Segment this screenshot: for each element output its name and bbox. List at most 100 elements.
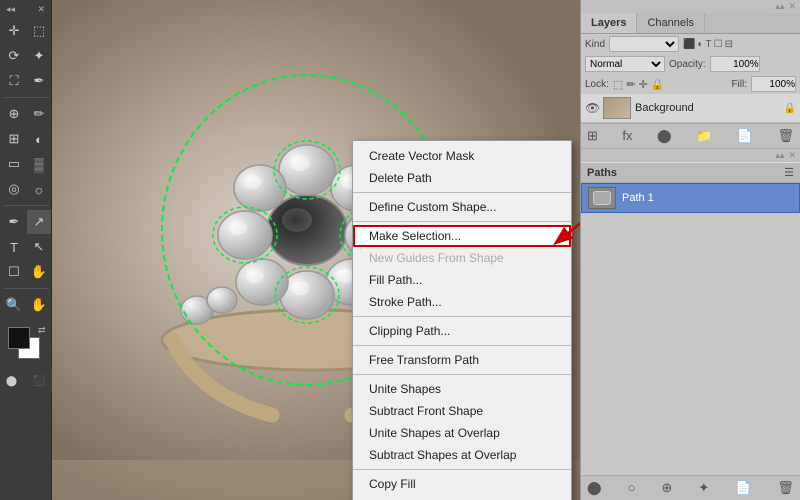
paths-menu-icon[interactable]: ☰ [784, 166, 794, 179]
make-workpath-icon[interactable]: ✦ [698, 480, 709, 496]
blur-tool[interactable]: ◎ [2, 177, 26, 201]
swap-colors-icon[interactable]: ⇄ [38, 325, 46, 336]
new-layer-icon[interactable]: 📄 [737, 128, 753, 144]
ctx-sep-4 [353, 345, 571, 346]
filter-text-icon[interactable]: T [706, 39, 712, 50]
ctx-sep-2 [353, 221, 571, 222]
eraser-tool[interactable]: ▭ [2, 152, 26, 176]
fill-input[interactable] [751, 76, 796, 92]
fill-path-icon[interactable]: ⬤ [587, 480, 602, 496]
ctx-fill-path[interactable]: Fill Path... [353, 269, 571, 291]
lock-row: Lock: ⬚ ✏ ✛ 🔒 Fill: [581, 74, 800, 94]
filter-adj-icon[interactable]: ◐ [697, 39, 703, 50]
lock-position-icon[interactable]: ✛ [639, 78, 648, 91]
blend-mode-select[interactable]: Normal [585, 56, 665, 72]
load-path-icon[interactable]: ⊕ [661, 480, 672, 496]
add-mask-icon[interactable]: ⬤ [657, 128, 672, 144]
panel-tabs: Layers Channels [581, 13, 800, 34]
kind-label: Kind [585, 39, 605, 50]
ctx-delete-path[interactable]: Delete Path [353, 167, 571, 189]
ctx-unite-overlap[interactable]: Unite Shapes at Overlap [353, 422, 571, 444]
toolbar-close[interactable]: ✕ [37, 4, 45, 15]
quick-mask-tool[interactable]: ⬤ [0, 369, 24, 393]
red-arrow [542, 200, 580, 260]
history-tool[interactable]: ◐ [27, 127, 51, 151]
hand-tool2[interactable]: ✋ [27, 293, 51, 317]
ctx-sep-5 [353, 374, 571, 375]
new-group-icon[interactable]: 📁 [696, 128, 712, 144]
lock-pixels-icon[interactable]: ✏ [626, 78, 635, 91]
ctx-make-selection[interactable]: Make Selection... [353, 225, 571, 247]
path-component-tool[interactable]: ↖ [27, 235, 51, 259]
dodge-tool[interactable]: ☼ [27, 177, 51, 201]
magic-wand-tool[interactable]: ✦ [27, 44, 51, 68]
path-thumb-inner [593, 191, 611, 205]
marquee-tool[interactable]: ⬚ [27, 19, 51, 43]
filter-smartobj-icon[interactable]: ⊟ [725, 39, 733, 50]
ctx-clipping-path[interactable]: Clipping Path... [353, 320, 571, 342]
delete-path-icon[interactable]: 🗑 [777, 480, 794, 496]
main-area: Create Vector Mask Delete Path Define Cu… [52, 0, 580, 500]
path-name: Path 1 [622, 192, 793, 204]
path-selection-tool[interactable]: ↗ [27, 210, 51, 234]
layer-lock-icon: 🔒 [784, 103, 796, 114]
ctx-unite-shapes[interactable]: Unite Shapes [353, 378, 571, 400]
ctx-subtract-front[interactable]: Subtract Front Shape [353, 400, 571, 422]
gradient-tool[interactable]: ▒ [27, 152, 51, 176]
paths-panel-close[interactable]: ✕ [788, 150, 796, 161]
lasso-tool[interactable]: ⟳ [2, 44, 26, 68]
lock-transparent-icon[interactable]: ⬚ [613, 78, 623, 91]
layer-row-background[interactable]: 👁 Background 🔒 [581, 94, 800, 123]
paths-bottom-bar: ⬤ ○ ⊕ ✦ 📄 🗑 [581, 475, 800, 500]
healing-tool[interactable]: ⊕ [2, 102, 26, 126]
toolbar-collapse[interactable]: ◂◂ [6, 4, 15, 15]
tab-channels[interactable]: Channels [637, 13, 704, 33]
lock-all-icon[interactable]: 🔒 [651, 78, 665, 91]
stroke-path-icon[interactable]: ○ [628, 480, 636, 496]
screen-mode-tool[interactable]: ⬛ [28, 369, 52, 393]
add-style-icon[interactable]: fx [622, 128, 632, 144]
ctx-sep-1 [353, 192, 571, 193]
canvas-area[interactable]: Create Vector Mask Delete Path Define Cu… [52, 0, 580, 500]
opacity-input[interactable] [710, 56, 760, 72]
brush-tool[interactable]: ✏ [27, 102, 51, 126]
kind-select[interactable] [609, 36, 679, 52]
context-menu: Create Vector Mask Delete Path Define Cu… [352, 140, 572, 500]
new-path-icon[interactable]: 📄 [735, 480, 751, 496]
path-row-1[interactable]: Path 1 [581, 183, 800, 213]
panel-resize-up[interactable]: ▴▴ [775, 1, 784, 12]
left-toolbar: ◂◂ ✕ ✛ ⬚ ⟳ ✦ ⛶ ✒ ⊕ ✏ ⊞ ◐ ▭ ▒ ◎ ☼ ✒ ↗ T ↖… [0, 0, 52, 500]
link-layers-icon[interactable]: ⊞ [587, 128, 598, 144]
lock-label: Lock: [585, 79, 609, 90]
paths-title: Paths [587, 167, 617, 179]
foreground-color[interactable] [8, 327, 30, 349]
ctx-define-custom-shape[interactable]: Define Custom Shape... [353, 196, 571, 218]
path-thumbnail [588, 187, 616, 209]
filter-pixel-icon[interactable]: ⬛ [683, 39, 695, 50]
delete-layer-icon[interactable]: 🗑 [777, 128, 794, 144]
hand-tool[interactable]: ✋ [27, 260, 51, 284]
move-tool[interactable]: ✛ [2, 19, 26, 43]
ctx-free-transform[interactable]: Free Transform Path [353, 349, 571, 371]
ctx-sep-3 [353, 316, 571, 317]
tab-layers[interactable]: Layers [581, 13, 637, 33]
ctx-stroke-path[interactable]: Stroke Path... [353, 291, 571, 313]
zoom-tool[interactable]: 🔍 [2, 293, 26, 317]
clone-tool[interactable]: ⊞ [2, 127, 26, 151]
paths-panel: ▴▴ ✕ Paths ☰ Path 1 ⬤ ○ ⊕ ✦ 📄 🗑 [581, 149, 800, 500]
eyedropper-tool[interactable]: ✒ [27, 69, 51, 93]
opacity-label: Opacity: [669, 59, 706, 70]
pen-tool[interactable]: ✒ [2, 210, 26, 234]
ctx-create-vector-mask[interactable]: Create Vector Mask [353, 145, 571, 167]
shape-tool[interactable]: ☐ [2, 260, 26, 284]
filter-shape-icon[interactable]: ☐ [714, 39, 723, 50]
ctx-subtract-overlap[interactable]: Subtract Shapes at Overlap [353, 444, 571, 466]
ctx-copy-stroke[interactable]: Copy Complete Stroke [353, 495, 571, 500]
crop-tool[interactable]: ⛶ [2, 69, 26, 93]
ctx-copy-fill[interactable]: Copy Fill [353, 473, 571, 495]
panel-resize-down[interactable]: ✕ [788, 1, 796, 12]
right-panel: ▴▴ ✕ Layers Channels Kind ⬛ ◐ T ☐ ⊟ Norm… [580, 0, 800, 500]
paths-panel-resize[interactable]: ▴▴ [775, 150, 784, 161]
text-tool[interactable]: T [2, 235, 26, 259]
layer-visibility-icon[interactable]: 👁 [585, 101, 599, 115]
